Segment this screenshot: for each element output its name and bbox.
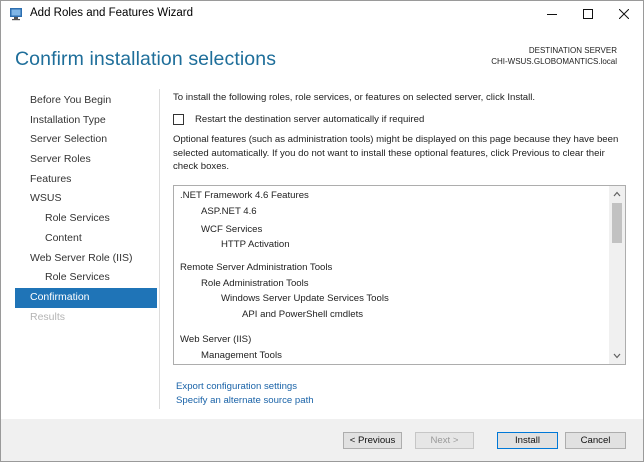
list-item: ASP.NET 4.6 xyxy=(201,206,257,217)
list-item: Web Server (IIS) xyxy=(180,334,252,345)
list-item: WCF Services xyxy=(201,224,263,235)
list-item: HTTP Activation xyxy=(221,239,290,250)
scroll-down-icon xyxy=(613,353,621,359)
nav-item-server-roles[interactable]: Server Roles xyxy=(15,150,157,170)
optional-features-note: Optional features (such as administratio… xyxy=(173,134,619,172)
restart-checkbox-label[interactable]: Restart the destination server automatic… xyxy=(195,114,424,125)
intro-text: To install the following roles, role ser… xyxy=(173,92,536,103)
selected-features-list[interactable]: .NET Framework 4.6 Features ASP.NET 4.6 … xyxy=(173,185,626,365)
server-manager-icon xyxy=(9,7,23,21)
window-title: Add Roles and Features Wizard xyxy=(30,7,193,19)
nav-item-server-selection[interactable]: Server Selection xyxy=(15,130,157,150)
nav-item-features[interactable]: Features xyxy=(15,170,157,190)
nav-item-installation-type[interactable]: Installation Type xyxy=(15,111,157,131)
wizard-navigation: Before You Begin Installation Type Serve… xyxy=(15,91,157,327)
scroll-up-icon xyxy=(613,191,621,197)
nav-item-wsus-role-services[interactable]: Role Services xyxy=(15,209,157,229)
list-scrollbar[interactable] xyxy=(609,186,625,364)
install-button[interactable]: Install xyxy=(497,432,558,449)
nav-item-confirmation[interactable]: Confirmation xyxy=(15,287,157,308)
maximize-button[interactable] xyxy=(570,1,606,27)
export-configuration-link[interactable]: Export configuration settings xyxy=(176,381,297,392)
list-item: Role Administration Tools xyxy=(201,278,309,289)
restart-option[interactable]: Restart the destination server automatic… xyxy=(173,114,424,125)
restart-checkbox[interactable] xyxy=(173,114,184,125)
close-button[interactable] xyxy=(606,1,642,27)
cancel-button[interactable]: Cancel xyxy=(565,432,626,449)
list-item: .NET Framework 4.6 Features xyxy=(180,190,309,201)
maximize-icon xyxy=(583,9,593,19)
nav-item-results: Results xyxy=(30,310,66,323)
nav-item-before-you-begin[interactable]: Before You Begin xyxy=(15,91,157,111)
list-item: Management Tools xyxy=(201,350,282,361)
features-list-content: .NET Framework 4.6 Features ASP.NET 4.6 … xyxy=(174,186,610,364)
previous-button[interactable]: < Previous xyxy=(343,432,402,449)
minimize-button[interactable] xyxy=(534,1,570,27)
list-item: Remote Server Administration Tools xyxy=(180,262,333,273)
wizard-footer: < Previous Next > Install Cancel xyxy=(1,419,643,461)
list-item: API and PowerShell cmdlets xyxy=(242,309,364,320)
wizard-header: Confirm installation selections DESTINAT… xyxy=(1,27,643,89)
wizard-window: Add Roles and Features Wizard Confirm in… xyxy=(0,0,644,462)
nav-item-wsus[interactable]: WSUS xyxy=(15,189,157,209)
page-title: Confirm installation selections xyxy=(15,48,277,70)
destination-server-label: DESTINATION SERVER xyxy=(528,46,617,55)
minimize-icon xyxy=(547,14,557,15)
title-bar[interactable]: Add Roles and Features Wizard xyxy=(1,1,643,27)
next-button: Next > xyxy=(415,432,474,449)
destination-server-name: CHI-WSUS.GLOBOMANTICS.local xyxy=(491,57,617,66)
nav-item-wsus-content[interactable]: Content xyxy=(15,229,157,249)
close-icon xyxy=(619,9,629,19)
nav-item-iis-role-services[interactable]: Role Services xyxy=(15,268,157,288)
scroll-thumb[interactable] xyxy=(612,203,622,243)
list-item: Windows Server Update Services Tools xyxy=(221,293,389,304)
alternate-source-path-link[interactable]: Specify an alternate source path xyxy=(176,395,314,406)
content-divider xyxy=(159,89,160,409)
nav-item-web-server-role[interactable]: Web Server Role (IIS) xyxy=(15,249,157,269)
